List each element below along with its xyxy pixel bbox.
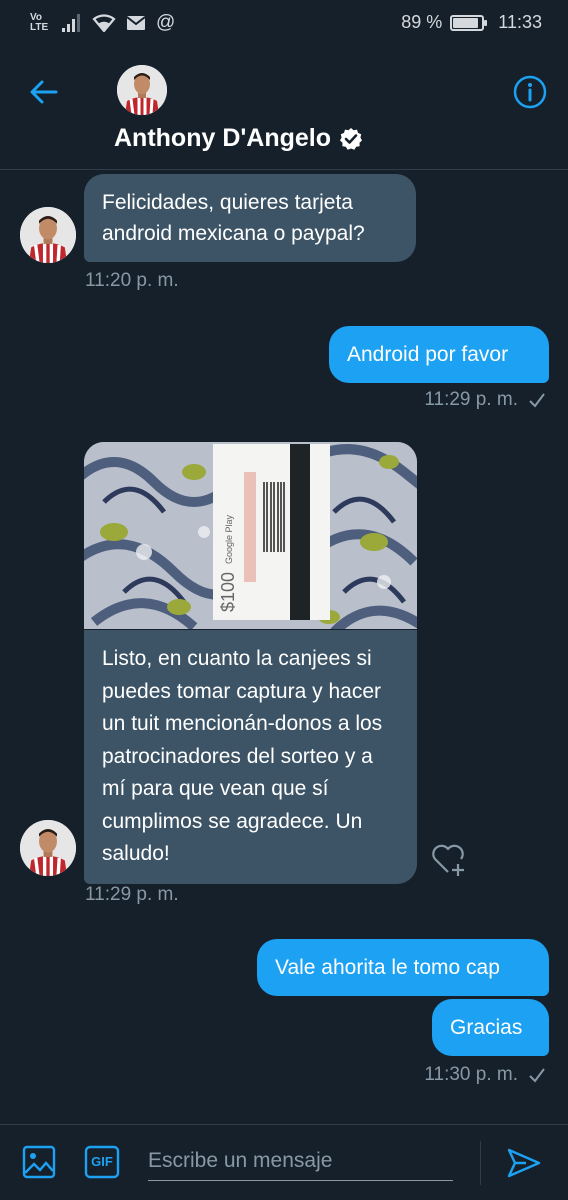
message-list[interactable]: Felicidades, quieres tarjeta android mex…: [0, 170, 568, 1124]
conversation-header: Anthony D'Angelo: [0, 48, 568, 170]
contact-name: Anthony D'Angelo: [114, 124, 332, 152]
wifi-icon: [92, 14, 116, 32]
message-timestamp: 11:29 p. m.: [85, 884, 179, 905]
svg-text:$100: $100: [218, 572, 238, 612]
message-timestamp: 11:30 p. m.: [424, 1064, 518, 1085]
add-photo-button[interactable]: [22, 1145, 56, 1184]
back-button[interactable]: [26, 74, 62, 110]
verified-badge-icon: [340, 127, 363, 150]
battery-icon: [450, 14, 488, 31]
contact-name-row[interactable]: Anthony D'Angelo: [114, 124, 363, 153]
image-icon: [22, 1145, 56, 1179]
status-bar: Vo LTE @ 89 % 11:33: [0, 0, 568, 48]
back-arrow-icon: [30, 80, 58, 104]
gif-label: GIF: [91, 1154, 113, 1169]
info-icon: [513, 75, 547, 109]
conversation-info-button[interactable]: [512, 74, 548, 110]
status-time: 11:33: [498, 12, 542, 32]
message-timestamp: 11:20 p. m.: [85, 270, 179, 291]
outgoing-message[interactable]: Vale ahorita le tomo cap: [257, 939, 549, 996]
at-icon: @: [156, 12, 176, 33]
signal-icon: [62, 14, 80, 32]
send-button[interactable]: [506, 1145, 542, 1186]
heart-plus-icon: [432, 844, 464, 876]
gift-card-photo[interactable]: $100 Google Play: [84, 442, 417, 629]
message-input[interactable]: [148, 1141, 453, 1181]
send-icon: [507, 1148, 541, 1178]
gif-button[interactable]: GIF: [84, 1145, 120, 1184]
react-heart-button[interactable]: [430, 840, 468, 878]
outgoing-message[interactable]: Gracias: [432, 999, 549, 1056]
composer-divider: [480, 1141, 481, 1185]
sender-avatar[interactable]: [20, 820, 76, 876]
sender-avatar[interactable]: [20, 207, 76, 263]
message-timestamp: 11:29 p. m.: [424, 389, 518, 410]
outgoing-message[interactable]: Android por favor: [329, 326, 549, 383]
battery-percent: 89 %: [401, 12, 443, 32]
svg-text:Google Play: Google Play: [224, 514, 234, 564]
mail-icon: [126, 16, 146, 30]
checkmark-icon: [529, 393, 545, 408]
contact-avatar[interactable]: [117, 65, 167, 115]
message-composer: GIF: [0, 1124, 568, 1200]
incoming-message[interactable]: Felicidades, quieres tarjeta android mex…: [84, 174, 416, 262]
volte-indicator: Vo LTE: [30, 12, 49, 33]
message-timestamp-row: 11:30 p. m.: [424, 1064, 546, 1086]
message-timestamp-row: 11:29 p. m.: [424, 389, 546, 411]
checkmark-icon: [529, 1068, 545, 1083]
incoming-message[interactable]: Listo, en cuanto la canjees si puedes to…: [84, 630, 417, 884]
